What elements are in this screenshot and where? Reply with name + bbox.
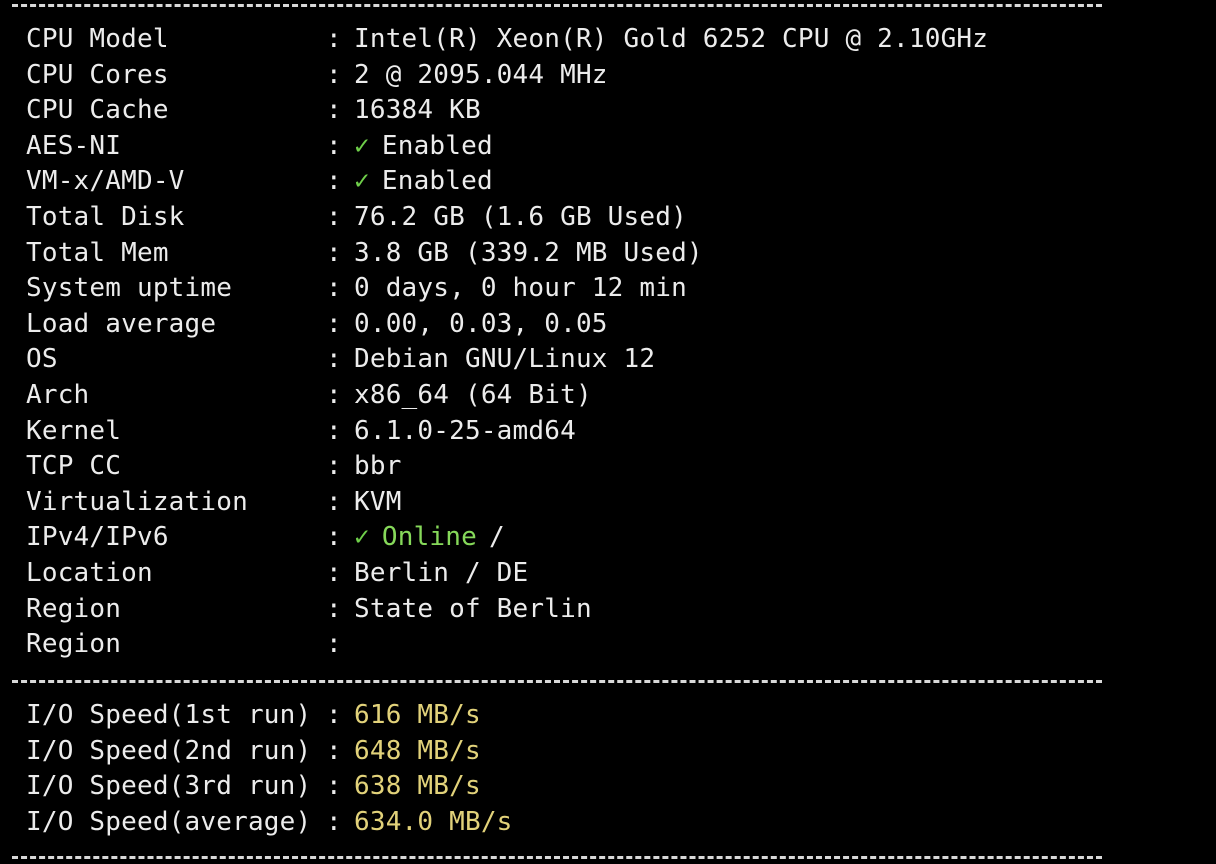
- info-value: 2 @ 2095.044 MHz: [354, 59, 608, 90]
- separator: :: [326, 166, 342, 197]
- checkmark-icon: ✓: [354, 166, 370, 197]
- info-value: Enabled: [381, 166, 493, 197]
- info-value: bbr: [354, 451, 402, 482]
- separator: :: [326, 700, 342, 730]
- dashed-divider-bottom: [12, 856, 1102, 859]
- info-row-ipv4-ipv6: IPv4/IPv6 : ✓ Online /: [26, 520, 1186, 556]
- info-value: Berlin / DE: [354, 557, 529, 588]
- info-row-arch: Arch : x86_64 (64 Bit): [26, 378, 1186, 414]
- info-label: Virtualization: [26, 486, 248, 517]
- info-value: 16384 KB: [354, 95, 481, 126]
- info-row-os: OS : Debian GNU/Linux 12: [26, 342, 1186, 378]
- separator: :: [326, 24, 342, 54]
- io-value: 648 MB/s: [354, 735, 481, 766]
- io-speed-section: I/O Speed(1st run) : 616 MB/s I/O Speed(…: [26, 698, 1186, 840]
- dashed-divider-top: [12, 4, 1102, 7]
- info-row-total-disk: Total Disk : 76.2 GB (1.6 GB Used): [26, 200, 1186, 236]
- separator: :: [326, 486, 342, 517]
- separator: :: [326, 593, 342, 624]
- info-label: CPU Model: [26, 24, 169, 54]
- io-value: 638 MB/s: [354, 771, 481, 802]
- info-row-load-average: Load average : 0.00, 0.03, 0.05: [26, 307, 1186, 343]
- info-row-vmx: VM-x/AMD-V : ✓ Enabled: [26, 164, 1186, 200]
- info-row-uptime: System uptime : 0 days, 0 hour 12 min: [26, 271, 1186, 307]
- info-value: State of Berlin: [354, 593, 592, 624]
- checkmark-icon: ✓: [354, 522, 370, 553]
- info-row-total-mem: Total Mem : 3.8 GB (339.2 MB Used): [26, 236, 1186, 272]
- info-label: Location: [26, 557, 153, 588]
- info-label: VM-x/AMD-V: [26, 166, 185, 197]
- info-label: OS: [26, 344, 58, 375]
- info-label: Total Mem: [26, 237, 169, 268]
- separator: :: [326, 308, 342, 339]
- info-label: CPU Cores: [26, 59, 169, 90]
- system-info-section: CPU Model : Intel(R) Xeon(R) Gold 6252 C…: [26, 22, 1186, 663]
- separator: :: [326, 59, 342, 90]
- info-label: Arch: [26, 379, 90, 410]
- info-label: Load average: [26, 308, 217, 339]
- info-label: Region: [26, 593, 122, 624]
- info-row-aes-ni: AES-NI : ✓ Enabled: [26, 129, 1186, 165]
- info-label: Region: [26, 629, 122, 660]
- separator: :: [326, 415, 342, 446]
- io-value: 616 MB/s: [354, 700, 481, 730]
- info-value: Intel(R) Xeon(R) Gold 6252 CPU @ 2.10GHz: [354, 24, 989, 54]
- info-label: System uptime: [26, 273, 233, 304]
- separator: :: [326, 201, 342, 232]
- separator: :: [326, 771, 342, 802]
- io-label: I/O Speed(2nd run): [26, 735, 312, 766]
- separator: :: [326, 237, 342, 268]
- separator: :: [326, 95, 342, 126]
- separator: :: [326, 379, 342, 410]
- info-label: Kernel: [26, 415, 122, 446]
- info-value: KVM: [354, 486, 402, 517]
- info-value: Enabled: [381, 130, 493, 161]
- io-row-1st-run: I/O Speed(1st run) : 616 MB/s: [26, 698, 1186, 734]
- io-value: 634.0 MB/s: [354, 806, 513, 837]
- separator: :: [326, 522, 342, 553]
- info-value: x86_64 (64 Bit): [354, 379, 592, 410]
- io-row-2nd-run: I/O Speed(2nd run) : 648 MB/s: [26, 734, 1186, 770]
- separator: :: [326, 557, 342, 588]
- separator: :: [326, 735, 342, 766]
- info-value: 3.8 GB (339.2 MB Used): [354, 237, 703, 268]
- separator: :: [326, 806, 342, 837]
- info-row-region: Region : State of Berlin: [26, 592, 1186, 628]
- info-value: 0 days, 0 hour 12 min: [354, 273, 687, 304]
- info-row-kernel: Kernel : 6.1.0-25-amd64: [26, 414, 1186, 450]
- dashed-divider-middle: [12, 680, 1102, 683]
- info-label: CPU Cache: [26, 95, 169, 126]
- info-row-virtualization: Virtualization : KVM: [26, 485, 1186, 521]
- info-row-region-empty: Region :: [26, 627, 1186, 663]
- info-value: Debian GNU/Linux 12: [354, 344, 656, 375]
- separator: :: [326, 451, 342, 482]
- info-label: AES-NI: [26, 130, 122, 161]
- io-row-3rd-run: I/O Speed(3rd run) : 638 MB/s: [26, 769, 1186, 805]
- io-label: I/O Speed(1st run): [26, 700, 312, 730]
- info-label: TCP CC: [26, 451, 122, 482]
- io-label: I/O Speed(3rd run): [26, 771, 312, 802]
- info-row-tcp-cc: TCP CC : bbr: [26, 449, 1186, 485]
- info-row-cpu-model: CPU Model : Intel(R) Xeon(R) Gold 6252 C…: [26, 22, 1186, 58]
- info-row-cpu-cores: CPU Cores : 2 @ 2095.044 MHz: [26, 58, 1186, 94]
- terminal-window: CPU Model : Intel(R) Xeon(R) Gold 6252 C…: [0, 0, 1216, 864]
- info-value: 0.00, 0.03, 0.05: [354, 308, 608, 339]
- info-row-location: Location : Berlin / DE: [26, 556, 1186, 592]
- online-status: Online: [381, 522, 477, 553]
- separator: :: [326, 273, 342, 304]
- info-value: 6.1.0-25-amd64: [354, 415, 576, 446]
- separator: :: [326, 344, 342, 375]
- ip-separator: /: [488, 522, 505, 553]
- separator: :: [326, 629, 342, 660]
- info-value: 76.2 GB (1.6 GB Used): [354, 201, 687, 232]
- separator: :: [326, 130, 342, 161]
- info-label: Total Disk: [26, 201, 185, 232]
- io-row-average: I/O Speed(average) : 634.0 MB/s: [26, 805, 1186, 841]
- info-label: IPv4/IPv6: [26, 522, 169, 553]
- info-row-cpu-cache: CPU Cache : 16384 KB: [26, 93, 1186, 129]
- io-label: I/O Speed(average): [26, 806, 312, 837]
- checkmark-icon: ✓: [354, 130, 370, 161]
